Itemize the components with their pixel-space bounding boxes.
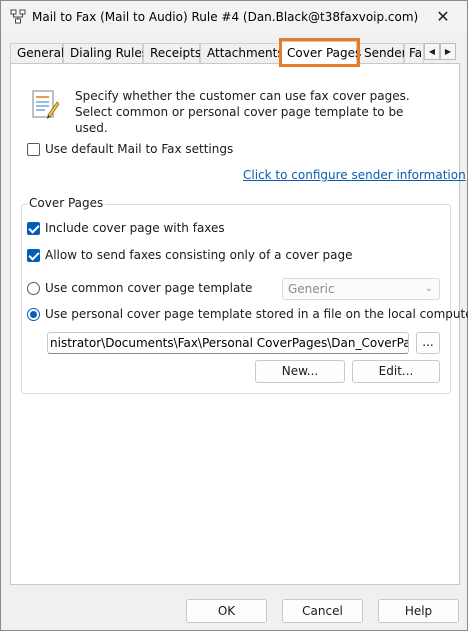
use-common-radio[interactable] bbox=[27, 282, 40, 295]
allow-cover-only-checkbox[interactable] bbox=[27, 249, 40, 262]
window-title: Mail to Fax (Mail to Audio) Rule #4 (Dan… bbox=[32, 10, 419, 24]
cover-pages-group-title: Cover Pages bbox=[27, 196, 106, 210]
tab-label: Sender bbox=[364, 46, 407, 60]
tab-label: Dialing Rules bbox=[70, 46, 149, 60]
tab-sender[interactable]: Sender bbox=[357, 43, 407, 63]
use-common-label[interactable]: Use common cover page template bbox=[45, 281, 252, 295]
tab-label: Fa bbox=[409, 46, 423, 60]
tab-strip: General Dialing Rules Receipts Attachmen… bbox=[10, 41, 460, 64]
use-default-label[interactable]: Use default Mail to Fax settings bbox=[45, 142, 233, 156]
new-template-button[interactable]: New... bbox=[255, 360, 345, 383]
tab-label: General bbox=[17, 46, 65, 60]
common-template-select[interactable]: Generic ⌄ bbox=[282, 278, 440, 300]
use-personal-radio[interactable] bbox=[27, 308, 40, 321]
tab-scroll-left-icon[interactable]: ◀ bbox=[424, 43, 440, 60]
tab-scroll-right-icon[interactable]: ▶ bbox=[440, 43, 456, 60]
tab-receipts[interactable]: Receipts bbox=[143, 43, 202, 63]
tab-cover-pages[interactable]: Cover Pages bbox=[280, 41, 361, 64]
network-rule-icon bbox=[10, 9, 26, 24]
edit-template-button[interactable]: Edit... bbox=[352, 360, 440, 383]
use-default-checkbox[interactable] bbox=[27, 143, 40, 156]
intro-description: Specify whether the customer can use fax… bbox=[75, 89, 410, 135]
browse-button[interactable]: ... bbox=[416, 332, 440, 354]
include-cover-checkbox[interactable] bbox=[27, 222, 40, 235]
allow-cover-only-label[interactable]: Allow to send faxes consisting only of a… bbox=[45, 248, 353, 262]
configure-sender-link[interactable]: Click to configure sender information bbox=[243, 168, 466, 182]
common-template-value: Generic bbox=[288, 282, 335, 296]
title-bar[interactable]: Mail to Fax (Mail to Audio) Rule #4 (Dan… bbox=[1, 1, 467, 33]
dialog-window: Mail to Fax (Mail to Audio) Rule #4 (Dan… bbox=[0, 0, 468, 631]
close-icon[interactable]: ✕ bbox=[433, 7, 453, 27]
include-cover-label[interactable]: Include cover page with faxes bbox=[45, 221, 225, 235]
help-button[interactable]: Help bbox=[378, 599, 459, 623]
use-personal-label[interactable]: Use personal cover page template stored … bbox=[45, 307, 468, 321]
personal-template-path-input[interactable]: nistrator\Documents\Fax\Personal CoverPa… bbox=[47, 332, 409, 354]
tab-dialing-rules[interactable]: Dialing Rules bbox=[63, 43, 148, 63]
cancel-button[interactable]: Cancel bbox=[282, 599, 363, 623]
tab-attachments[interactable]: Attachments bbox=[200, 43, 284, 63]
tab-label: Cover Pages bbox=[287, 46, 362, 60]
ok-button[interactable]: OK bbox=[186, 599, 267, 623]
tab-general[interactable]: General bbox=[10, 43, 65, 63]
tab-label: Receipts bbox=[150, 46, 202, 60]
cover-pages-panel: Specify whether the customer can use fax… bbox=[10, 63, 468, 585]
tab-label: Attachments bbox=[207, 46, 284, 60]
tab-fax-truncated[interactable]: Fa bbox=[404, 43, 424, 63]
chevron-down-icon: ⌄ bbox=[424, 283, 433, 294]
document-edit-icon bbox=[32, 90, 59, 119]
